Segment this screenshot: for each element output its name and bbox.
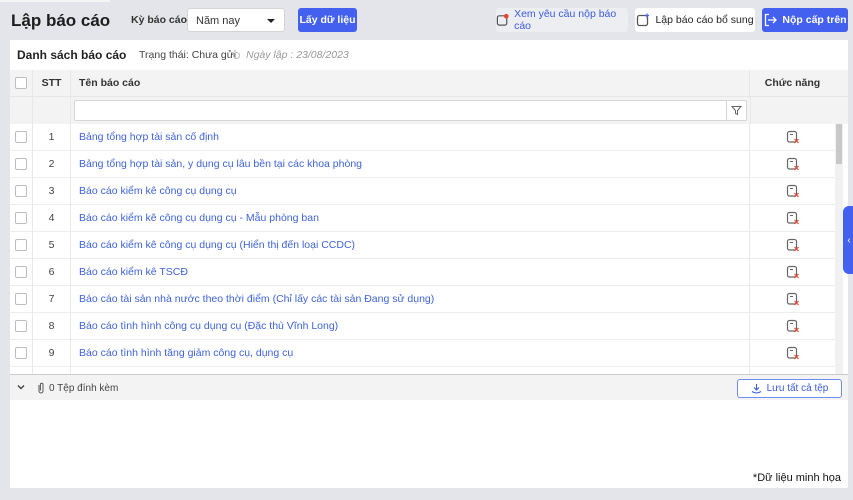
name-filter-input[interactable] — [74, 100, 747, 121]
save-all-files-button[interactable]: Lưu tất cả tệp — [737, 379, 842, 398]
delete-report-icon[interactable] — [786, 184, 800, 198]
chevron-left-icon: ‹ — [847, 234, 851, 246]
top-strip — [0, 0, 110, 2]
row-stt: 5 — [33, 232, 71, 258]
table-row: 6 Báo cáo kiểm kê TSCĐ — [10, 259, 835, 286]
delete-report-icon[interactable] — [786, 238, 800, 252]
row-checkbox[interactable] — [15, 185, 27, 197]
row-stt: 8 — [33, 313, 71, 339]
row-stt: 1 — [33, 124, 71, 150]
delete-report-icon[interactable] — [786, 292, 800, 306]
side-panel-toggle[interactable]: ‹ — [843, 206, 853, 274]
page-title: Lập báo cáo — [11, 11, 111, 30]
row-checkbox[interactable] — [15, 158, 27, 170]
row-checkbox[interactable] — [15, 131, 27, 143]
col-name: Tên báo cáo — [71, 70, 750, 96]
send-icon — [765, 13, 778, 27]
report-name-link[interactable]: Báo cáo kiểm kê công cụ dụng cụ — [71, 178, 750, 204]
report-name-link[interactable]: Bảng tổng hợp tài sản cố định — [71, 124, 750, 150]
add-report-label: Lập báo cáo bổ sung — [655, 14, 754, 26]
table-row: 4 Báo cáo kiểm kê công cụ dụng cụ - Mẫu … — [10, 205, 835, 232]
table-body: 1 Bảng tổng hợp tài sản cố định 2 Bảng t… — [10, 124, 835, 374]
row-checkbox[interactable] — [15, 347, 27, 359]
row-checkbox[interactable] — [15, 239, 27, 251]
attachments-count: 0 Tệp đính kèm — [49, 382, 119, 394]
delete-report-icon[interactable] — [786, 211, 800, 225]
report-add-icon — [637, 13, 650, 27]
report-list-panel: Danh sách báo cáo Trạng thái: Chưa gửi N… — [10, 40, 848, 488]
row-checkbox[interactable] — [15, 320, 27, 332]
filter-icon[interactable] — [726, 101, 746, 120]
table-row: 3 Báo cáo kiểm kê công cụ dụng cụ — [10, 178, 835, 205]
separator-dot — [233, 52, 240, 59]
table-row: 2 Bảng tổng hợp tài sản, y dụng cụ lâu b… — [10, 151, 835, 178]
col-function: Chức năng — [764, 77, 821, 89]
period-select[interactable]: Năm nay — [187, 8, 285, 32]
view-requests-button[interactable]: Xem yêu cầu nộp báo cáo — [496, 8, 628, 32]
period-label: Kỳ báo cáo — [131, 14, 188, 26]
add-report-button[interactable]: Lập báo cáo bổ sung — [635, 8, 755, 32]
row-stt: 3 — [33, 178, 71, 204]
caret-down-icon — [267, 19, 275, 23]
delete-report-icon[interactable] — [786, 346, 800, 360]
report-name-link[interactable]: Báo cáo kiểm kê công cụ dụng cụ - Mẫu ph… — [71, 205, 750, 231]
table-row-partial — [10, 367, 835, 374]
submit-label: Nộp cấp trên — [782, 14, 847, 26]
select-all-checkbox[interactable] — [15, 77, 27, 89]
report-name-link[interactable]: Báo cáo tình hình công cụ dụng cụ (Đặc t… — [71, 313, 750, 339]
row-stt: 7 — [33, 286, 71, 312]
view-requests-label: Xem yêu cầu nộp báo cáo — [514, 8, 617, 32]
panel-title: Danh sách báo cáo — [17, 48, 127, 62]
row-checkbox[interactable] — [15, 212, 27, 224]
download-icon — [751, 384, 761, 394]
attachments-bar: 0 Tệp đính kèm Lưu tất cả tệp — [10, 374, 848, 400]
table-row: 5 Báo cáo kiểm kê công cụ dụng cụ (Hiển … — [10, 232, 835, 259]
illustration-note: *Dữ liệu minh họa — [752, 472, 841, 484]
submit-button[interactable]: Nộp cấp trên — [762, 8, 848, 32]
table-row: 8 Báo cáo tình hình công cụ dụng cụ (Đặc… — [10, 313, 835, 340]
save-all-label: Lưu tất cả tệp — [766, 383, 829, 394]
report-name-link[interactable]: Báo cáo kiểm kê TSCĐ — [71, 259, 750, 285]
created-date: Ngày lập : 23/08/2023 — [246, 49, 349, 61]
status-text: Trạng thái: Chưa gửi — [139, 49, 237, 61]
row-checkbox[interactable] — [15, 266, 27, 278]
row-stt: 6 — [33, 259, 71, 285]
delete-report-icon[interactable] — [786, 130, 800, 144]
report-name-link[interactable]: Bảng tổng hợp tài sản, y dụng cụ lâu bền… — [71, 151, 750, 177]
row-checkbox[interactable] — [15, 293, 27, 305]
delete-report-icon[interactable] — [786, 157, 800, 171]
report-name-link[interactable]: Báo cáo tài sản nhà nước theo thời điểm … — [71, 286, 750, 312]
col-stt: STT — [33, 70, 71, 96]
table-header: STT Tên báo cáo Chức năng — [10, 70, 848, 97]
filter-row — [10, 97, 848, 124]
row-stt: 4 — [33, 205, 71, 231]
row-stt: 9 — [33, 340, 71, 366]
report-alert-icon — [496, 13, 509, 26]
scrollbar-thumb[interactable] — [836, 124, 842, 164]
table-row: 9 Báo cáo tình hình tăng giảm công cụ, d… — [10, 340, 835, 367]
delete-report-icon[interactable] — [786, 319, 800, 333]
delete-report-icon[interactable] — [786, 265, 800, 279]
table-row: 7 Báo cáo tài sản nhà nước theo thời điể… — [10, 286, 835, 313]
table-scrollbar[interactable] — [835, 124, 843, 374]
report-name-link[interactable]: Báo cáo tình hình tăng giảm công cụ, dụn… — [71, 340, 750, 366]
period-value: Năm nay — [196, 15, 241, 27]
report-name-link[interactable]: Báo cáo kiểm kê công cụ dụng cụ (Hiển th… — [71, 232, 750, 258]
chevron-down-icon[interactable] — [16, 382, 26, 392]
table-row: 1 Bảng tổng hợp tài sản cố định — [10, 124, 835, 151]
row-stt: 2 — [33, 151, 71, 177]
paperclip-icon — [38, 382, 44, 394]
get-data-button[interactable]: Lấy dữ liệu — [298, 8, 357, 32]
